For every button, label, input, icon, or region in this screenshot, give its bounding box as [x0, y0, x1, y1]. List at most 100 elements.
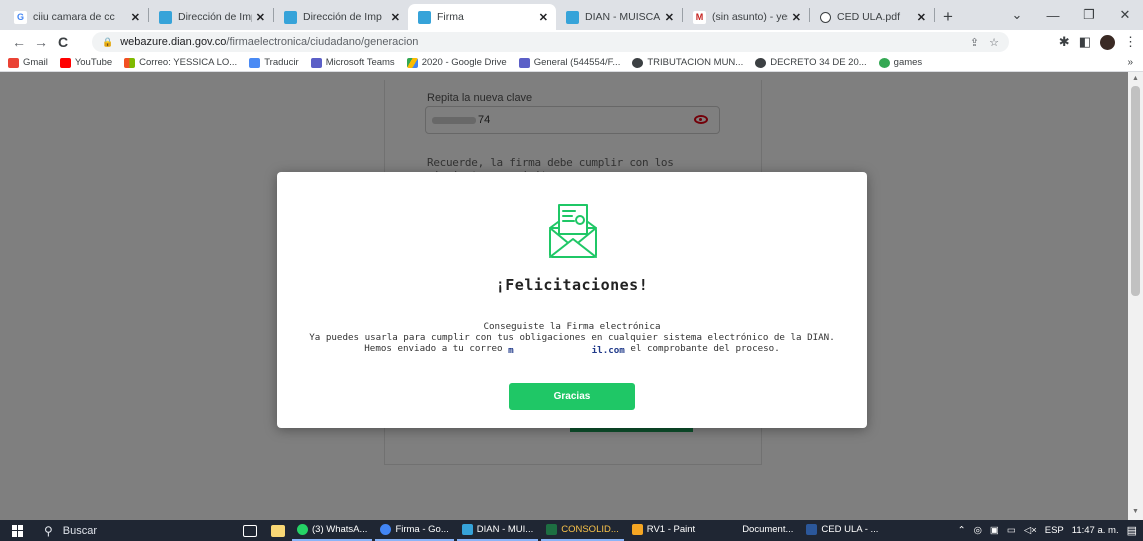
bookmark-label: 2020 - Google Drive — [421, 57, 507, 68]
tab-ciiu[interactable]: G ciiu camara de cc ✕ — [4, 4, 148, 30]
notifications-icon[interactable]: ▤ — [1127, 524, 1137, 537]
new-tab-button[interactable]: + — [935, 4, 961, 30]
search-icon: ⚲ — [44, 523, 53, 538]
taskbar-app-paint[interactable]: RV1 - Paint — [627, 520, 700, 541]
globe-icon — [755, 57, 767, 68]
tray-chevron-up-icon[interactable]: ⌃ — [958, 525, 966, 536]
tab-firma[interactable]: Firma ✕ — [408, 4, 556, 30]
bookmark-label: YouTube — [74, 57, 113, 68]
bookmark-correo[interactable]: Correo: YESSICA LO... — [124, 57, 237, 68]
whatsapp-icon — [297, 524, 308, 535]
bookmark-label: Correo: YESSICA LO... — [139, 57, 238, 68]
taskbar-app-label: Firma - Go... — [395, 524, 449, 535]
language-indicator[interactable]: ESP — [1045, 525, 1064, 536]
forward-button[interactable]: → — [30, 34, 52, 50]
bookmarks-overflow-button[interactable]: » — [1127, 57, 1133, 68]
bookmark-games[interactable]: games — [878, 57, 922, 68]
tab-gmail[interactable]: M (sin asunto) - yes ✕ — [683, 4, 809, 30]
volume-muted-icon[interactable]: ◁× — [1024, 525, 1037, 536]
tab-label: ciiu camara de cc — [33, 11, 115, 23]
translate-icon — [249, 57, 261, 68]
address-bar[interactable]: 🔒 webazure.dian.gov.co/firmaelectronica/… — [92, 32, 1009, 52]
toolbar-extensions: ✱ ◧ ⋮ — [1059, 30, 1137, 54]
sidebar-icon[interactable]: ◧ — [1079, 34, 1091, 50]
tray-battery-icon[interactable]: ▭ — [1007, 525, 1016, 536]
tab-label: (sin asunto) - yes — [712, 11, 788, 23]
url-path: /firmaelectronica/ciudadano/generacion — [226, 36, 419, 48]
url-text: webazure.dian.gov.co/firmaelectronica/ci… — [120, 36, 418, 48]
start-button[interactable] — [0, 524, 36, 537]
restore-button[interactable]: ❐ — [1071, 7, 1107, 23]
excel-icon — [546, 524, 558, 535]
gracias-button[interactable]: Gracias — [509, 383, 635, 410]
close-icon[interactable]: ✕ — [665, 11, 674, 24]
word-icon — [806, 524, 818, 535]
envelope-letter-icon — [549, 204, 597, 258]
tab-label: Dirección de Imp — [303, 11, 382, 23]
profile-avatar[interactable] — [1100, 34, 1115, 50]
games-icon — [878, 57, 890, 68]
tray-network-icon[interactable]: ▣ — [990, 525, 999, 536]
close-icon[interactable]: ✕ — [256, 11, 265, 24]
share-icon[interactable]: ⇪ — [970, 36, 979, 49]
bookmark-youtube[interactable]: YouTube — [59, 57, 113, 68]
chevron-down-icon[interactable]: ⌄ — [999, 7, 1035, 23]
close-icon[interactable]: ✕ — [391, 11, 400, 24]
taskbar-app-document[interactable]: Document... — [737, 520, 798, 541]
dian-icon — [566, 10, 579, 24]
menu-icon[interactable]: ⋮ — [1124, 34, 1137, 50]
file-explorer-icon[interactable] — [271, 524, 285, 537]
clock[interactable]: 11:47 a. m. — [1072, 525, 1119, 536]
close-icon[interactable]: ✕ — [917, 11, 926, 24]
extensions-puzzle-icon[interactable]: ✱ — [1059, 34, 1070, 50]
scroll-up-arrow-icon[interactable]: ▲ — [1132, 75, 1139, 82]
bookmark-tributacion[interactable]: TRIBUTACION MUN... — [632, 57, 743, 68]
bookmark-drive[interactable]: 2020 - Google Drive — [406, 57, 507, 68]
teams-icon — [518, 57, 530, 68]
taskbar-app-word[interactable]: CED ULA - ... — [801, 520, 883, 541]
scrollbar-thumb[interactable] — [1131, 86, 1140, 296]
browser-tab-strip: G ciiu camara de cc ✕ Dirección de Imp ✕… — [0, 0, 1143, 30]
taskbar-app-chrome[interactable]: Firma - Go... — [375, 520, 454, 541]
close-icon[interactable]: ✕ — [131, 11, 140, 24]
scroll-down-arrow-icon[interactable]: ▼ — [1132, 508, 1139, 515]
page-scrollbar[interactable]: ▲ ▼ — [1128, 72, 1143, 520]
windows-logo-icon — [12, 524, 24, 537]
star-icon[interactable]: ☆ — [989, 36, 999, 49]
bookmark-general[interactable]: General (544554/F... — [518, 57, 621, 68]
back-button[interactable]: ← — [8, 34, 30, 50]
tray-app-icon[interactable]: ◎ — [974, 525, 982, 536]
browser-toolbar: ← → C 🔒 webazure.dian.gov.co/firmaelectr… — [0, 30, 1143, 54]
bookmark-label: TRIBUTACION MUN... — [647, 57, 744, 68]
masked-email: m il.com — [508, 344, 625, 356]
bookmark-gmail[interactable]: Gmail — [8, 57, 48, 68]
dian-icon — [418, 10, 431, 24]
bookmark-teams[interactable]: Microsoft Teams — [310, 57, 395, 68]
taskbar-search[interactable]: ⚲ Buscar — [36, 520, 236, 541]
bookmark-traducir[interactable]: Traducir — [249, 57, 299, 68]
gmail-icon: M — [693, 10, 706, 24]
close-window-button[interactable]: ✕ — [1107, 7, 1143, 23]
taskbar-app-label: (3) WhatsA... — [312, 524, 368, 535]
tab-dian-muisca[interactable]: DIAN - MUISCA ✕ — [556, 4, 682, 30]
close-icon[interactable]: ✕ — [792, 11, 801, 24]
bookmarks-bar: Gmail YouTube Correo: YESSICA LO... Trad… — [0, 54, 1143, 72]
taskbar-app-whatsapp[interactable]: (3) WhatsA... — [292, 520, 373, 541]
bookmark-label: Microsoft Teams — [325, 57, 395, 68]
bookmark-decreto[interactable]: DECRETO 34 DE 20... — [755, 57, 867, 68]
modal-message: Conseguiste la Firma electrónica Ya pued… — [277, 321, 867, 356]
tab-direccion-2[interactable]: Dirección de Imp ✕ — [274, 4, 408, 30]
reload-button[interactable]: C — [52, 34, 74, 50]
dian-icon — [461, 524, 473, 535]
close-icon[interactable]: ✕ — [539, 11, 548, 24]
tab-direccion-1[interactable]: Dirección de Imp ✕ — [149, 4, 273, 30]
bookmark-label: General (544554/F... — [533, 57, 621, 68]
tab-ced-ula[interactable]: CED ULA.pdf ✕ — [810, 4, 934, 30]
minimize-button[interactable]: — — [1035, 8, 1071, 23]
globe-icon — [820, 11, 831, 23]
dian-icon — [284, 10, 297, 24]
taskbar-app-dian[interactable]: DIAN - MUI... — [456, 520, 539, 541]
task-view-icon[interactable] — [243, 524, 257, 537]
taskbar-app-excel[interactable]: CONSOLID... — [541, 520, 624, 541]
email-start: m — [508, 344, 514, 356]
